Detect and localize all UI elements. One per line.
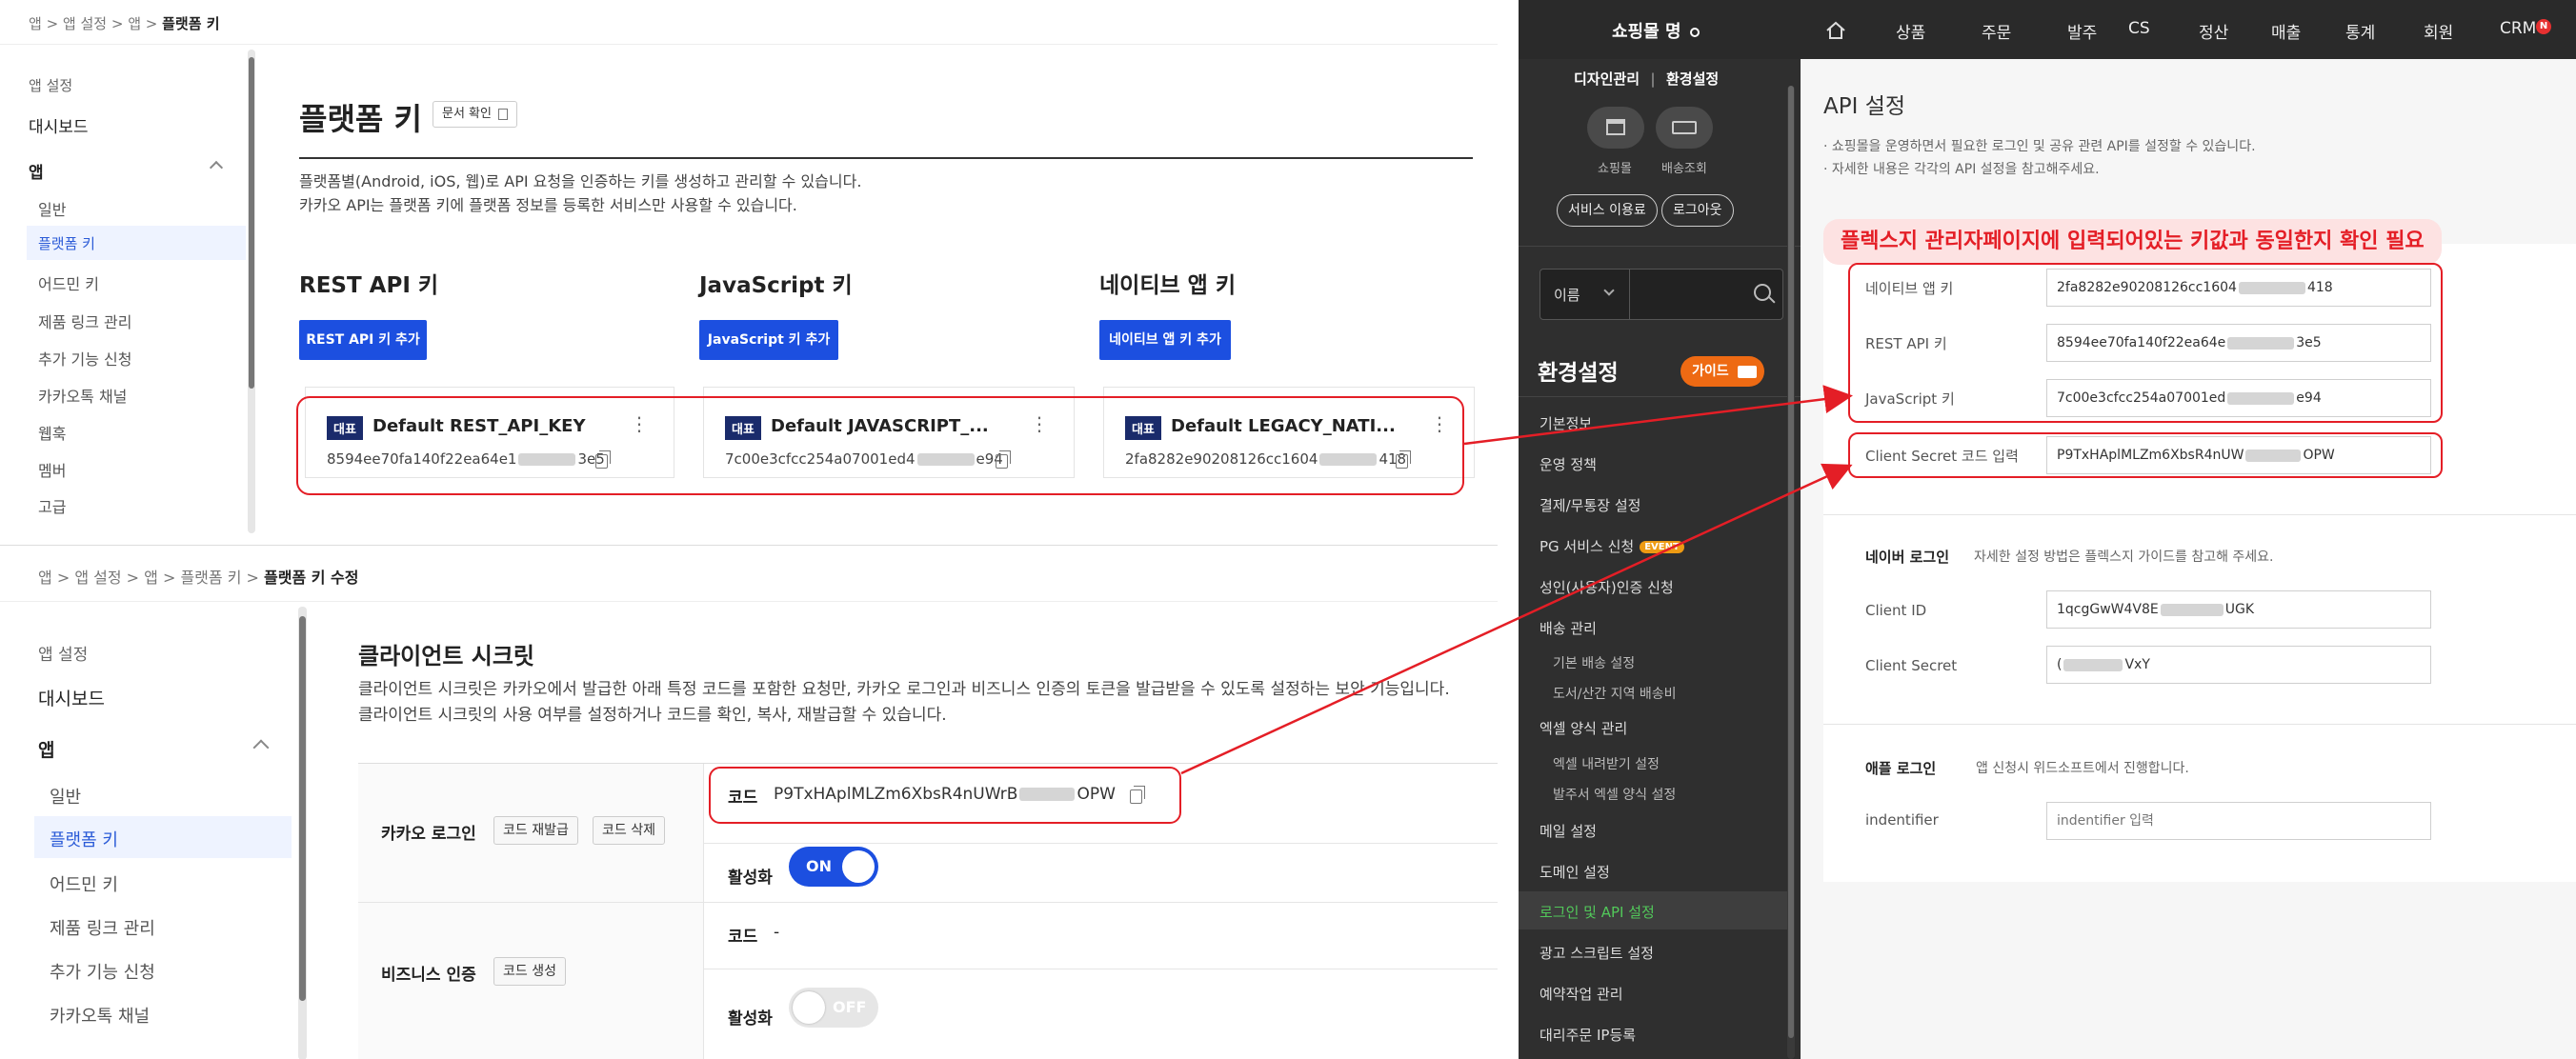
arrow-client-secret <box>1180 463 1853 775</box>
annotation-arrows <box>1180 385 1853 775</box>
arrow-keys <box>1463 385 1853 446</box>
